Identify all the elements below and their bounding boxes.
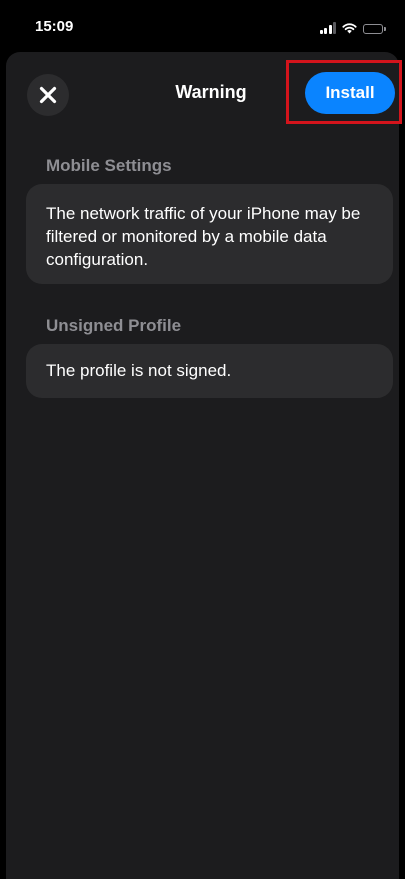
section-header-mobile-settings: Mobile Settings xyxy=(46,156,172,175)
status-icons xyxy=(319,20,386,34)
close-icon xyxy=(39,86,57,104)
section-header-unsigned-profile: Unsigned Profile xyxy=(46,316,182,335)
battery-icon xyxy=(363,24,386,34)
install-button[interactable]: Install xyxy=(305,72,395,114)
nav-bar: Warning Install xyxy=(6,52,402,132)
wifi-icon xyxy=(342,22,357,34)
mobile-settings-card: The network traffic of your iPhone may b… xyxy=(26,184,393,284)
close-button[interactable] xyxy=(27,74,69,116)
cellular-signal-icon xyxy=(319,22,336,34)
warning-sheet: Warning Install Mobile Settings The netw… xyxy=(6,52,402,879)
page-title: Warning xyxy=(175,82,247,102)
unsigned-profile-card: The profile is not signed. xyxy=(26,344,393,398)
status-time: 15:09 xyxy=(35,18,74,35)
status-bar: 15:09 xyxy=(0,0,405,52)
